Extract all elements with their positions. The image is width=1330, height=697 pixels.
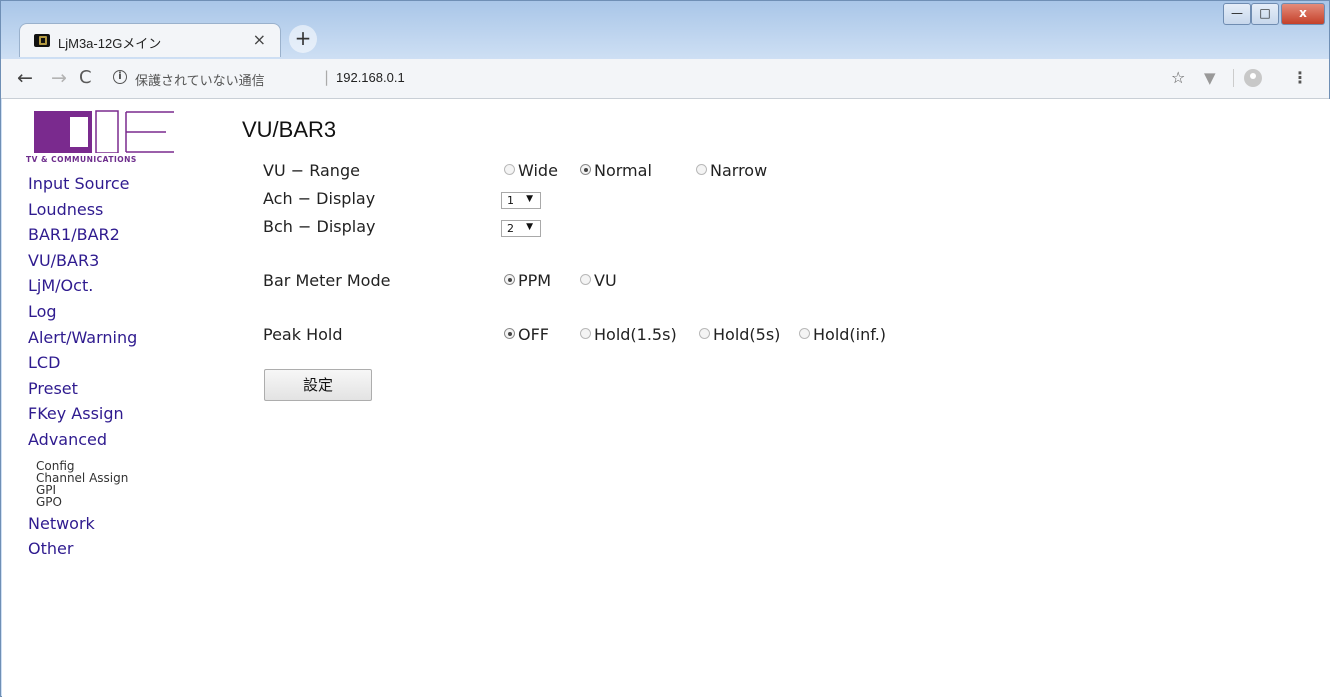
site-favicon-icon <box>34 34 50 47</box>
sidebar-item-fkey-assign[interactable]: FKey Assign <box>28 401 137 427</box>
radio-icon <box>580 274 591 285</box>
page-title: VU/BAR3 <box>242 117 337 142</box>
toolbar-divider <box>1233 69 1234 87</box>
minimize-button[interactable]: — <box>1223 3 1251 25</box>
tab-close-icon[interactable]: × <box>253 30 266 49</box>
sidebar-subitem-config[interactable]: Config <box>28 460 137 472</box>
radio-label: OFF <box>518 325 549 344</box>
dropdown-arrow-icon: ▼ <box>526 194 533 204</box>
vu-range-normal-radio[interactable]: Normal <box>580 161 652 180</box>
radio-label: Wide <box>518 161 558 180</box>
select-value: 2 <box>507 222 514 235</box>
sidebar-item-vu-bar3[interactable]: VU/BAR3 <box>28 248 137 274</box>
radio-selected-icon <box>504 328 515 339</box>
reload-icon[interactable]: C <box>79 67 92 89</box>
radio-label: Narrow <box>710 161 768 180</box>
bar-meter-ppm-radio[interactable]: PPM <box>504 271 551 290</box>
radio-label: VU <box>594 271 617 290</box>
radio-label: Hold(inf.) <box>813 325 887 344</box>
sidebar-item-bar1-bar2[interactable]: BAR1/BAR2 <box>28 222 137 248</box>
more-menu-icon[interactable]: ⋮ <box>1292 68 1308 87</box>
browser-tab[interactable]: LjM3a-12Gメイン × <box>19 23 281 57</box>
sidebar-item-advanced[interactable]: Advanced <box>28 427 137 453</box>
profile-avatar-icon[interactable] <box>1244 69 1262 87</box>
vu-range-wide-radio[interactable]: Wide <box>504 161 558 180</box>
select-value: 1 <box>507 194 514 207</box>
ach-display-label: Ach − Display <box>263 189 376 208</box>
peak-hold-5s-radio[interactable]: Hold(5s) <box>699 325 780 344</box>
browser-window: LjM3a-12Gメイン × + — □ x ← → C i 保護されていない通… <box>0 0 1330 697</box>
sidebar-item-network[interactable]: Network <box>28 511 137 537</box>
advanced-submenu: Config Channel Assign GPI GPO <box>28 453 137 511</box>
address-bar[interactable]: 192.168.0.1 <box>336 70 405 85</box>
peak-hold-inf-radio[interactable]: Hold(inf.) <box>799 325 886 344</box>
close-window-button[interactable]: x <box>1281 3 1325 25</box>
ach-display-select[interactable]: 1 ▼ <box>501 192 541 209</box>
peak-hold-off-radio[interactable]: OFF <box>504 325 549 344</box>
sidebar-item-other[interactable]: Other <box>28 536 137 562</box>
security-warning[interactable]: 保護されていない通信 <box>135 70 265 89</box>
vu-range-narrow-radio[interactable]: Narrow <box>696 161 767 180</box>
logo-mark-icon <box>34 110 174 153</box>
sidebar-subitem-gpi[interactable]: GPI <box>28 484 137 496</box>
vu-range-label: VU − Range <box>263 161 360 180</box>
radio-icon <box>696 164 707 175</box>
company-logo: TV & COMMUNICATIONS <box>26 109 216 167</box>
radio-icon <box>699 328 710 339</box>
radio-selected-icon <box>580 164 591 175</box>
sidebar-item-log[interactable]: Log <box>28 299 137 325</box>
sidebar-item-lcd[interactable]: LCD <box>28 350 137 376</box>
bch-display-label: Bch − Display <box>263 217 376 236</box>
bar-meter-vu-radio[interactable]: VU <box>580 271 617 290</box>
radio-icon <box>580 328 591 339</box>
peak-hold-label: Peak Hold <box>263 325 343 344</box>
new-tab-button[interactable]: + <box>289 25 317 53</box>
radio-label: Hold(5s) <box>713 325 781 344</box>
sidebar-item-loudness[interactable]: Loudness <box>28 197 137 223</box>
radio-label: PPM <box>518 271 552 290</box>
peak-hold-1-5s-radio[interactable]: Hold(1.5s) <box>580 325 677 344</box>
bookmark-star-icon[interactable]: ☆ <box>1171 68 1185 87</box>
sidebar-item-preset[interactable]: Preset <box>28 376 137 402</box>
radio-label: Normal <box>594 161 652 180</box>
sidebar-nav: Input Source Loudness BAR1/BAR2 VU/BAR3 … <box>28 171 137 562</box>
maximize-button[interactable]: □ <box>1251 3 1279 25</box>
sidebar-item-alert-warning[interactable]: Alert/Warning <box>28 325 137 351</box>
sidebar-item-input-source[interactable]: Input Source <box>28 171 137 197</box>
forward-arrow-icon[interactable]: → <box>51 67 67 89</box>
radio-icon <box>504 164 515 175</box>
submit-settings-button[interactable]: 設定 <box>264 369 372 401</box>
radio-label: Hold(1.5s) <box>594 325 677 344</box>
extension-icon[interactable]: ▼ <box>1204 69 1216 87</box>
browser-toolbar: ← → C i 保護されていない通信 | 192.168.0.1 ☆ ▼ ⋮ <box>1 59 1329 99</box>
dropdown-arrow-icon: ▼ <box>526 222 533 232</box>
radio-selected-icon <box>504 274 515 285</box>
bar-meter-mode-label: Bar Meter Mode <box>263 271 391 290</box>
page-content: TV & COMMUNICATIONS Input Source Loudnes… <box>2 99 1330 697</box>
tab-strip: LjM3a-12Gメイン × + — □ x <box>1 1 1329 59</box>
info-icon[interactable]: i <box>113 70 127 84</box>
sidebar-subitem-channel-assign[interactable]: Channel Assign <box>28 472 137 484</box>
sidebar-item-ljm-oct[interactable]: LjM/Oct. <box>28 273 137 299</box>
tab-title: LjM3a-12Gメイン <box>58 36 162 51</box>
logo-tagline: TV & COMMUNICATIONS <box>26 155 137 164</box>
url-separator: | <box>324 68 330 86</box>
sidebar-subitem-gpo[interactable]: GPO <box>28 496 137 508</box>
bch-display-select[interactable]: 2 ▼ <box>501 220 541 237</box>
back-arrow-icon[interactable]: ← <box>17 67 33 89</box>
radio-icon <box>799 328 810 339</box>
